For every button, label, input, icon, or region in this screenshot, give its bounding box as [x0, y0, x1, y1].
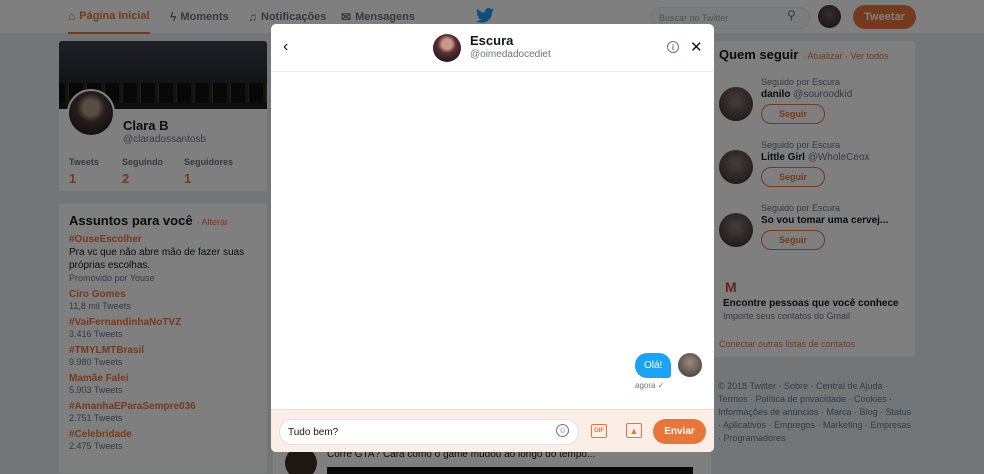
- send-button[interactable]: Enviar: [653, 419, 706, 444]
- message-input[interactable]: Tudo bem?: [279, 419, 579, 445]
- conversation-avatar[interactable]: [433, 34, 461, 62]
- message-composer: Tudo bem? ☺ GIF ▲ Enviar: [271, 409, 714, 452]
- info-icon[interactable]: i: [667, 41, 679, 53]
- conversation-handle: @oimedadocediet: [470, 49, 551, 60]
- gif-icon[interactable]: GIF: [591, 424, 607, 438]
- back-chevron-icon[interactable]: ‹: [283, 38, 288, 56]
- conversation-name[interactable]: Escura: [470, 33, 513, 48]
- sender-avatar[interactable]: [678, 353, 702, 377]
- emoji-icon[interactable]: ☺: [556, 424, 569, 437]
- image-icon[interactable]: ▲: [626, 423, 642, 438]
- message-bubble[interactable]: Olá!: [635, 353, 672, 378]
- dialog-header: ‹ Escura @oimedadocediet i ✕: [271, 24, 714, 72]
- message-timestamp: agora ✓: [635, 381, 665, 390]
- close-icon[interactable]: ✕: [690, 38, 703, 56]
- direct-message-dialog: ‹ Escura @oimedadocediet i ✕ Olá! agora …: [271, 24, 714, 452]
